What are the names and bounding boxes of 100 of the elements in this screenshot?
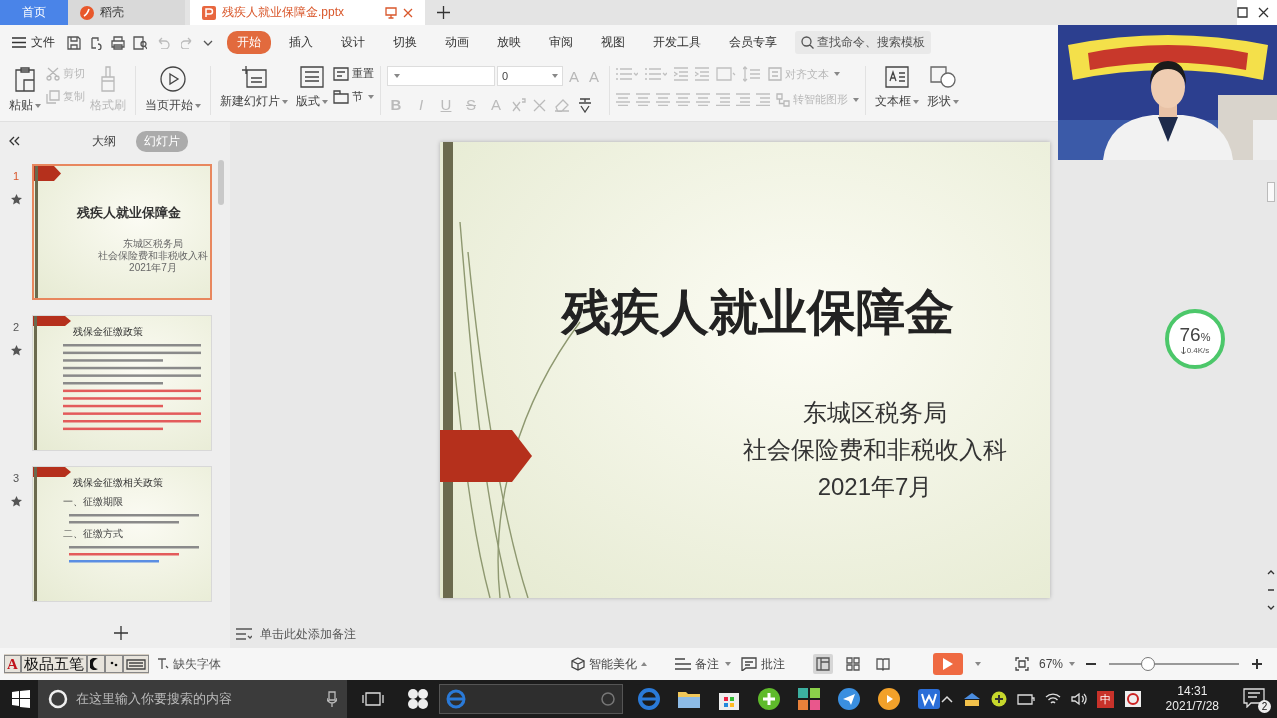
notes-button[interactable]: 备注 bbox=[674, 655, 731, 673]
slider-thumb[interactable] bbox=[1141, 657, 1155, 671]
panel-tab[interactable]: 大纲 bbox=[84, 130, 124, 152]
list-icon bbox=[645, 67, 667, 81]
layout-icon bbox=[300, 66, 324, 88]
microphone-icon bbox=[326, 691, 337, 707]
caret-icon bbox=[974, 662, 981, 666]
notes-placeholder[interactable]: 单击此处添加备注 bbox=[260, 625, 356, 643]
paper-plane-icon bbox=[836, 687, 861, 711]
slide-thumbnail[interactable]: 残保金征缴政策 bbox=[32, 315, 212, 451]
slide-number: 1 bbox=[12, 170, 20, 182]
slide-thumbnail[interactable]: 残疾人就业保障金 东城区税务局 社会保险费和非税收入科 2021年7月 bbox=[32, 164, 212, 300]
reading-view-icon bbox=[875, 657, 890, 671]
align-icon bbox=[616, 93, 630, 106]
search-icon bbox=[801, 36, 814, 49]
paste-button[interactable]: 粘贴 bbox=[6, 64, 44, 121]
list-icon bbox=[616, 67, 638, 81]
collapse-icon bbox=[8, 136, 20, 146]
normal-view-icon bbox=[815, 657, 830, 671]
font-name-field[interactable] bbox=[387, 66, 495, 86]
download-arrow-icon bbox=[1180, 346, 1186, 354]
clipboard-icon bbox=[14, 66, 36, 92]
caret-icon bbox=[35, 103, 41, 108]
ribbon-tab[interactable]: 会员专享 bbox=[719, 31, 787, 54]
notes-icon bbox=[236, 628, 252, 640]
reset-button[interactable]: 重置 bbox=[333, 66, 374, 81]
ribbon-tab[interactable]: 视图 bbox=[591, 31, 635, 54]
ribbon-tab[interactable]: 切换 bbox=[383, 31, 427, 54]
add-slide-icon bbox=[114, 626, 128, 640]
slide-subtitle: 2021年7月 bbox=[817, 472, 933, 502]
star-icon bbox=[10, 496, 22, 507]
clear-format-icon bbox=[533, 97, 547, 112]
file-menu[interactable]: 文件 bbox=[12, 34, 55, 51]
view-button[interactable] bbox=[812, 654, 833, 674]
ribbon-tab[interactable]: 放映 bbox=[487, 31, 531, 54]
record-icon bbox=[1123, 690, 1142, 708]
align-icon bbox=[696, 93, 710, 106]
ribbon-tab[interactable]: 动画 bbox=[435, 31, 479, 54]
input-method-indicator[interactable]: 中 bbox=[1096, 690, 1114, 708]
zoom-level-button[interactable]: 67% bbox=[1038, 657, 1075, 671]
plus-circle-icon bbox=[756, 687, 781, 711]
media-icon bbox=[876, 687, 901, 711]
scroll-arrows-icon bbox=[1267, 570, 1275, 610]
eraser-icon bbox=[554, 97, 570, 112]
spacing-icon bbox=[756, 93, 770, 106]
shape-button[interactable]: 形状 bbox=[924, 64, 962, 121]
plus-circle-icon bbox=[990, 691, 1007, 707]
scrollbar-thumb[interactable] bbox=[218, 160, 224, 205]
comments-button[interactable]: 批注 bbox=[740, 655, 785, 673]
caret-icon bbox=[282, 99, 288, 104]
plus-icon bbox=[437, 6, 450, 19]
ribbon-tab[interactable]: 审阅 bbox=[539, 31, 583, 54]
star-icon bbox=[10, 194, 22, 205]
smart-art-icon bbox=[776, 92, 790, 107]
ribbon-tab[interactable]: 设计 bbox=[331, 31, 375, 54]
notes-icon bbox=[674, 658, 691, 670]
tab[interactable]: 稻壳 bbox=[68, 0, 185, 25]
superscript-icon bbox=[512, 97, 526, 112]
reset-icon bbox=[333, 66, 349, 81]
caret-icon bbox=[195, 103, 201, 108]
ime-toolbar[interactable]: A 极品五笔 bbox=[4, 654, 149, 674]
taskbar-search-field[interactable]: 在这里输入你要搜索的内容 bbox=[37, 680, 347, 718]
tiles-icon bbox=[796, 687, 821, 711]
tab[interactable]: 残疾人就业保障金.pptx bbox=[190, 0, 425, 25]
slide-number: 2 bbox=[12, 321, 20, 333]
keyboard-icon bbox=[125, 658, 146, 670]
slide-subtitle: 2021年7月 bbox=[129, 262, 177, 274]
play-from-current-button[interactable]: 当页开始 bbox=[142, 64, 204, 121]
maximize-icon bbox=[1237, 7, 1248, 18]
slide-bullet: 二、征缴方式 bbox=[63, 527, 124, 541]
scissors-icon bbox=[46, 66, 60, 81]
missing-font-button[interactable]: 缺失字体 bbox=[156, 655, 221, 673]
layout-button[interactable]: 版式 bbox=[293, 64, 331, 121]
export-icon bbox=[89, 35, 103, 50]
arrow-tab bbox=[33, 467, 71, 477]
clock-time[interactable]: 14:31 bbox=[1177, 684, 1208, 699]
indent-icon bbox=[695, 67, 709, 81]
ribbon-tab[interactable]: 插入 bbox=[279, 31, 323, 54]
scrollbar-thumb[interactable] bbox=[1267, 182, 1275, 202]
text-box-button[interactable]: 文本框 bbox=[872, 64, 922, 121]
notification-icon bbox=[1243, 688, 1265, 708]
clock-date[interactable]: 2021/7/28 bbox=[1165, 699, 1219, 714]
grid-view-icon bbox=[845, 657, 860, 671]
new-slide-button[interactable]: 新建幻灯片 bbox=[217, 64, 291, 121]
font-size-field[interactable]: 0 bbox=[497, 66, 563, 86]
section-button[interactable]: 节 bbox=[333, 89, 374, 104]
monitor-icon bbox=[385, 6, 397, 19]
line-spacing-icon bbox=[743, 66, 761, 82]
browser-icon bbox=[636, 687, 661, 711]
section-icon bbox=[333, 89, 349, 104]
fit-window-icon bbox=[1014, 657, 1029, 671]
caret-icon bbox=[724, 662, 731, 666]
tab[interactable]: 首页 bbox=[0, 0, 68, 25]
address-field[interactable] bbox=[439, 684, 623, 714]
command-search-field[interactable]: 查找命令、搜索模板 bbox=[795, 31, 931, 54]
slideshow-button[interactable] bbox=[932, 653, 963, 675]
arrow-tab bbox=[33, 316, 71, 326]
beautify-button[interactable]: 智能美化 bbox=[570, 655, 647, 673]
slide-thumbnail[interactable]: 残保金征缴相关政策 一、征缴期限 二、征缴方式 bbox=[32, 466, 212, 602]
ribbon-tab[interactable]: 开发工具 bbox=[643, 31, 711, 54]
